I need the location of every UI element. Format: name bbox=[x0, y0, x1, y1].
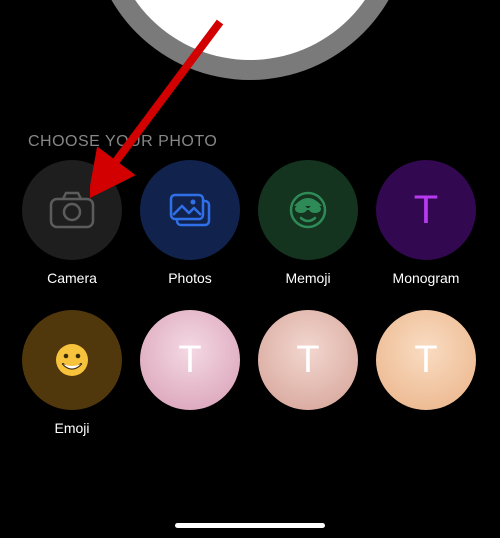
memoji-option[interactable]: Memoji bbox=[258, 160, 358, 286]
emoji-label: Emoji bbox=[54, 420, 89, 436]
avatar-preview bbox=[110, 0, 390, 60]
monogram-circle: T bbox=[376, 160, 476, 260]
sample-circle-2: T bbox=[258, 310, 358, 410]
sample-letter-3: T bbox=[414, 339, 437, 382]
photos-label: Photos bbox=[168, 270, 212, 286]
sample-circle-3: T bbox=[376, 310, 476, 410]
photos-circle bbox=[140, 160, 240, 260]
emoji-icon bbox=[53, 341, 91, 379]
monogram-letter: T bbox=[414, 188, 438, 233]
sample-monogram-3[interactable]: T bbox=[376, 310, 476, 436]
home-indicator[interactable] bbox=[175, 523, 325, 528]
photo-options-grid: Camera Photos Memoji T bbox=[22, 160, 478, 436]
memoji-icon bbox=[286, 188, 330, 232]
photos-option[interactable]: Photos bbox=[140, 160, 240, 286]
camera-circle bbox=[22, 160, 122, 260]
emoji-circle bbox=[22, 310, 122, 410]
monogram-option[interactable]: T Monogram bbox=[376, 160, 476, 286]
sample-circle-1: T bbox=[140, 310, 240, 410]
camera-label: Camera bbox=[47, 270, 97, 286]
photos-icon bbox=[167, 191, 213, 229]
memoji-circle bbox=[258, 160, 358, 260]
sample-letter-2: T bbox=[296, 339, 319, 382]
camera-icon bbox=[49, 191, 95, 229]
emoji-option[interactable]: Emoji bbox=[22, 310, 122, 436]
memoji-label: Memoji bbox=[285, 270, 330, 286]
sample-letter-1: T bbox=[178, 339, 201, 382]
monogram-label: Monogram bbox=[393, 270, 460, 286]
camera-option[interactable]: Camera bbox=[22, 160, 122, 286]
sample-monogram-1[interactable]: T bbox=[140, 310, 240, 436]
choose-photo-heading: CHOOSE YOUR PHOTO bbox=[28, 133, 217, 151]
sample-monogram-2[interactable]: T bbox=[258, 310, 358, 436]
